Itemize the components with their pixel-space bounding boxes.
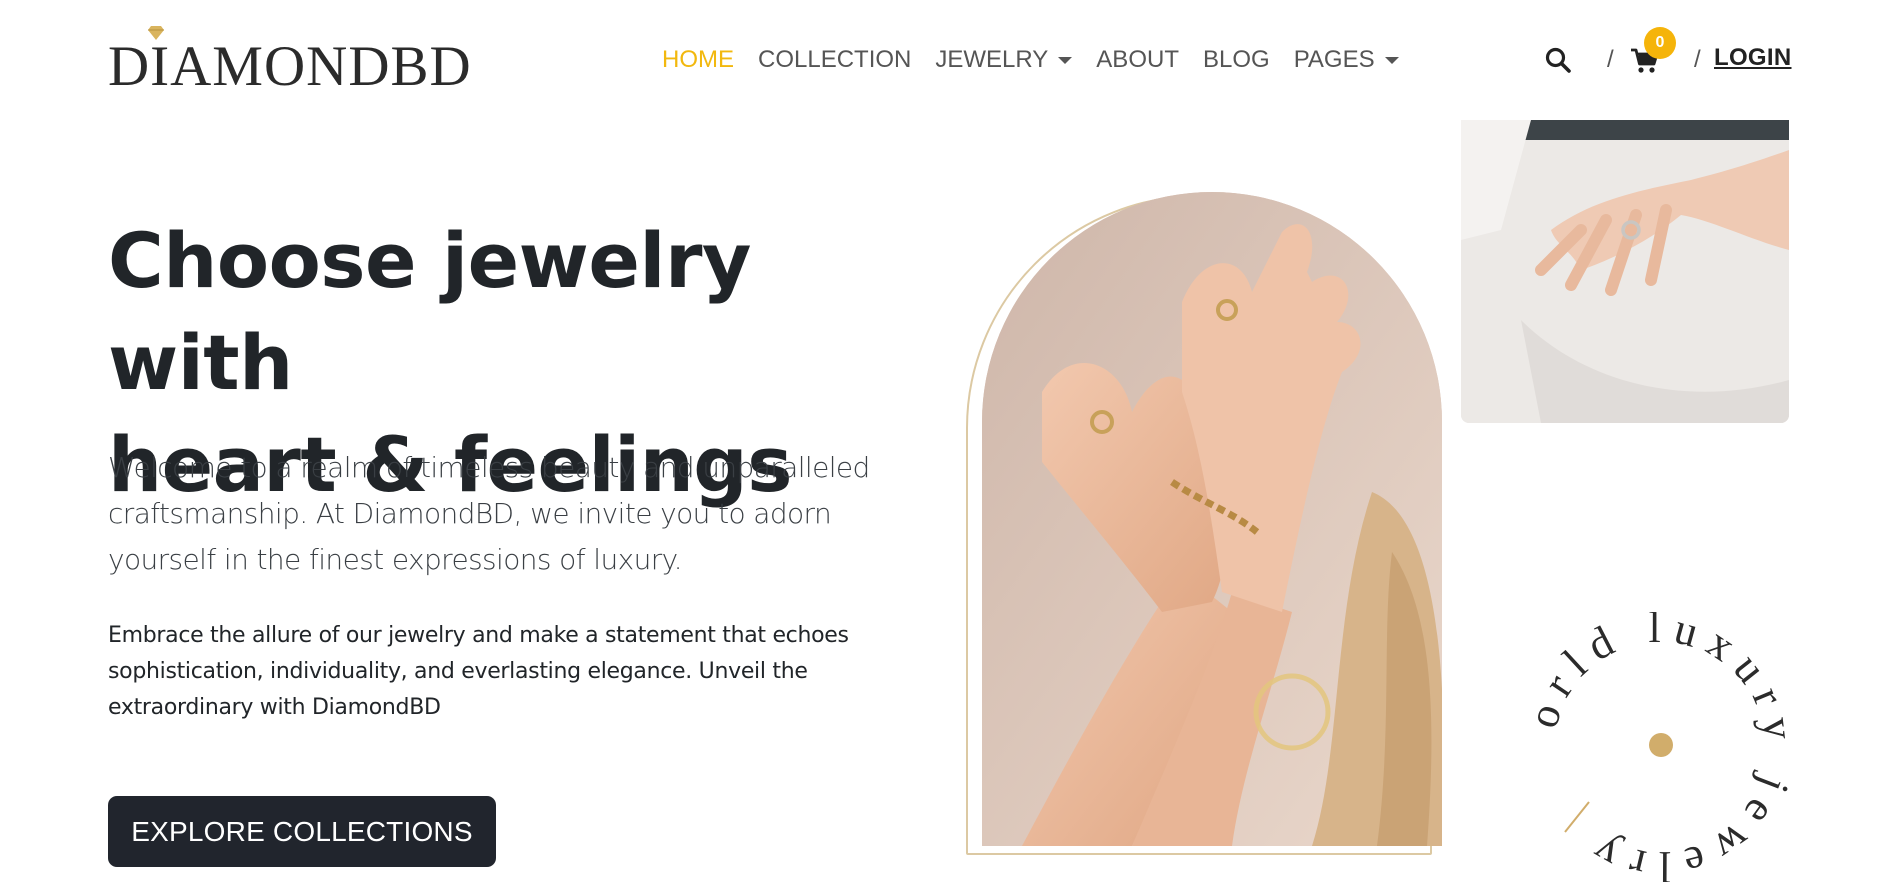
- hero-body-text: Embrace the allure of our jewelry and ma…: [108, 623, 849, 720]
- hero-lead-text: Welcome to a realm of timeless beauty an…: [108, 451, 870, 576]
- caret-down-icon: [1384, 56, 1399, 64]
- world-luxury-jewelry-badge: world luxury jewelry: [1525, 612, 1794, 882]
- nav-pages-label: PAGES: [1293, 46, 1375, 73]
- brand-name: DIAMONDBD: [108, 35, 472, 98]
- caret-down-icon: [1058, 56, 1073, 64]
- nav-jewelry-label: JEWELRY: [935, 46, 1049, 73]
- nav-about[interactable]: ABOUT: [1096, 46, 1179, 74]
- nav-blog-label: BLOG: [1202, 46, 1270, 73]
- nav-home-label: HOME: [662, 46, 734, 73]
- badge-divider: [1564, 801, 1590, 833]
- search-icon[interactable]: [1544, 46, 1572, 74]
- hero-title-line1: Choose jewelry with: [108, 216, 751, 407]
- badge-center-dot: [1649, 733, 1673, 757]
- separator: /: [1607, 46, 1614, 73]
- hands-jewelry-photo: [982, 192, 1442, 846]
- separator: /: [1694, 46, 1701, 73]
- main-nav: HOME COLLECTION JEWELRY ABOUT BLOG PAGES: [662, 44, 1423, 76]
- ring-hand-photo: [1461, 120, 1789, 423]
- brand-logo[interactable]: DIAMONDBD: [108, 26, 471, 98]
- explore-collections-button[interactable]: EXPLORE COLLECTIONS: [108, 796, 496, 867]
- nav-about-label: ABOUT: [1096, 46, 1179, 73]
- nav-collection[interactable]: COLLECTION: [758, 46, 911, 74]
- nav-blog[interactable]: BLOG: [1203, 46, 1270, 74]
- cart-count-badge: 0: [1644, 27, 1676, 59]
- nav-home[interactable]: HOME: [662, 46, 734, 74]
- nav-pages[interactable]: PAGES: [1294, 46, 1399, 74]
- header-tools: / 0 / LOGIN: [1544, 27, 1794, 80]
- login-link[interactable]: LOGIN: [1714, 44, 1792, 72]
- nav-jewelry[interactable]: JEWELRY: [935, 46, 1073, 74]
- nav-collection-label: COLLECTION: [758, 46, 912, 73]
